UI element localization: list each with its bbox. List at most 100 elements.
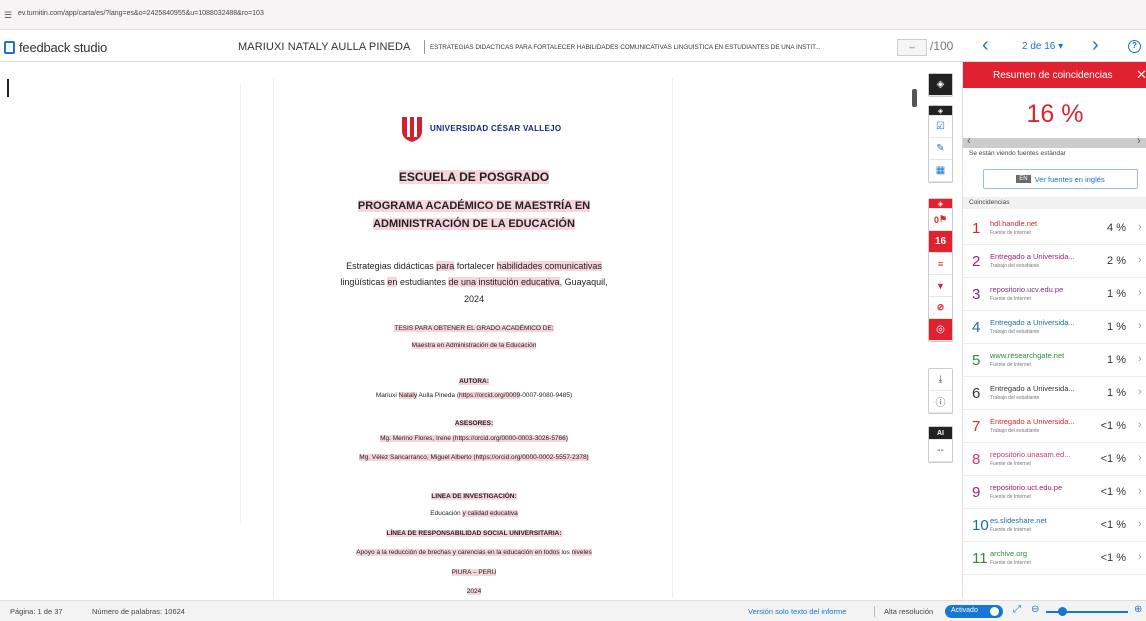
match-row[interactable]: 7 Entregado a Universida... Trabajo del es… xyxy=(963,410,1146,443)
match-source-type: Fuente de Internet xyxy=(990,560,1031,566)
tool-rail: ◈ ◈ ☑ ✎ ▦ ◈ 0 ⚑ 16 ≡ ▼ ⊘ ◎ ⤓ ⓘ AI -- xyxy=(928,73,955,601)
previous-submission-button[interactable]: ‹ xyxy=(982,34,989,57)
similarity-tools-group: ◈ 0 ⚑ 16 ≡ ▼ ⊘ ◎ xyxy=(928,198,953,342)
match-row[interactable]: 2 Entregado a Universida... Trabajo del es… xyxy=(963,245,1146,278)
chevron-right-icon[interactable]: › xyxy=(1138,551,1142,563)
help-icon[interactable]: ? xyxy=(1128,40,1141,53)
layers-icon[interactable]: ◈ xyxy=(929,74,952,96)
research-a: Educación xyxy=(430,510,463,517)
word-count: Número de palabras: 10624 xyxy=(92,607,185,616)
download-icon[interactable]: ⤓ xyxy=(929,369,952,391)
panel-horizontal-scrollbar[interactable]: ‹ › xyxy=(963,135,1146,148)
chevron-right-icon[interactable]: › xyxy=(1138,287,1142,299)
match-percentage: <1 % xyxy=(1100,453,1126,465)
thesis-title-line-2: lingüísticas en estudiantes de una insti… xyxy=(274,277,674,287)
fit-page-icon[interactable]: ⤢ xyxy=(1013,604,1021,615)
match-percentage: 1 % xyxy=(1107,288,1126,300)
thesis-purpose-text: TESIS PARA OBTENER EL GRADO ACADÉMICO DE… xyxy=(394,325,554,332)
browser-menu-icon[interactable]: ☰ xyxy=(4,10,12,21)
year: 2024 xyxy=(274,588,674,595)
title-l2-a: lingüísticas xyxy=(340,277,388,287)
grading-layer-icon[interactable]: ◈ xyxy=(929,106,952,116)
text-only-link[interactable]: Versión solo texto del informe xyxy=(748,607,846,616)
chevron-right-icon[interactable]: › xyxy=(1138,320,1142,332)
rubric-icon[interactable]: ▦ xyxy=(929,160,952,182)
toggle-state: Activado xyxy=(951,607,978,614)
chevron-right-icon[interactable]: › xyxy=(1138,485,1142,497)
panel-title: Resumen de coincidencias xyxy=(993,70,1113,81)
year-text: 2024 xyxy=(466,588,482,595)
document-page: UNIVERSIDAD CÉSAR VALLEJO ESCUELA DE POS… xyxy=(273,78,673,598)
flags-button[interactable]: 0 ⚑ xyxy=(929,209,952,231)
match-source: repositorio.unasam.ed... xyxy=(990,450,1071,459)
chevron-right-icon[interactable]: › xyxy=(1138,419,1142,431)
author-b: Nataly xyxy=(398,392,418,399)
chevron-right-icon[interactable]: › xyxy=(1138,221,1142,233)
match-count: 16 xyxy=(934,236,947,247)
chevron-right-icon[interactable]: › xyxy=(1138,353,1142,365)
advisor-2: Mg. Vélez Sancarranco, Miguel Alberto (h… xyxy=(274,454,674,461)
filter-icon[interactable]: ▼ xyxy=(929,275,952,297)
match-number: 1 xyxy=(972,220,981,237)
match-percentage: 2 % xyxy=(1107,255,1126,267)
chevron-right-icon[interactable]: › xyxy=(1137,135,1141,147)
thesis-title-line-1: Estrategias didácticas para fortalecer h… xyxy=(274,261,674,271)
match-number: 6 xyxy=(972,385,981,402)
chevron-right-icon[interactable]: › xyxy=(1138,254,1142,266)
ai-score-button[interactable]: -- xyxy=(929,440,952,462)
chevron-right-icon[interactable]: › xyxy=(1138,452,1142,464)
match-row[interactable]: 5 www.researchgate.net Fuente de Internet 1… xyxy=(963,344,1146,377)
feedback-summary-icon[interactable]: ✎ xyxy=(929,138,952,160)
school-heading-text: ESCUELA DE POSGRADO xyxy=(398,170,550,184)
zoom-slider-handle[interactable] xyxy=(1058,607,1067,616)
match-row[interactable]: 8 repositorio.unasam.ed... Fuente de Inter… xyxy=(963,443,1146,476)
quickmark-icon[interactable]: ☑ xyxy=(929,116,952,138)
viewer-scrollbar[interactable] xyxy=(912,89,917,107)
grade-input[interactable]: -- xyxy=(897,39,927,56)
chevron-right-icon[interactable]: › xyxy=(1138,518,1142,530)
match-percentage: 4 % xyxy=(1107,222,1126,234)
match-overview-button[interactable]: 16 xyxy=(929,231,952,253)
title-l1-a: Estrategias didácticas xyxy=(346,261,437,271)
chevron-left-icon[interactable]: ‹ xyxy=(967,135,971,147)
rsu-c: niveles xyxy=(571,549,592,556)
zoom-out-icon[interactable]: ⊖ xyxy=(1031,604,1039,615)
feedback-studio-logo-icon xyxy=(4,40,15,54)
advisor-1-text: Mg. Merino Flores, Irene (https://orcid.… xyxy=(380,435,568,442)
browser-url[interactable]: ev.turnitin.com/app/carta/es/?lang=es&o=… xyxy=(18,10,264,17)
similarity-search-icon[interactable]: ◎ xyxy=(929,319,952,341)
author-c: Aulla Pineda ( xyxy=(417,392,459,399)
english-sources-button[interactable]: EN Ver fuentes en inglés xyxy=(983,169,1138,189)
author-d: https://orcid.org/0009 xyxy=(459,392,521,399)
document-viewer[interactable]: UNIVERSIDAD CÉSAR VALLEJO ESCUELA DE POS… xyxy=(0,63,922,598)
file-tools-group: ⤓ ⓘ xyxy=(928,368,953,414)
match-row[interactable]: 6 Entregado a Universida... Trabajo del es… xyxy=(963,377,1146,410)
exclude-icon[interactable]: ⊘ xyxy=(929,297,952,319)
submission-page-dropdown[interactable]: 2 de 16 ▾ xyxy=(1022,41,1063,52)
match-number: 11 xyxy=(972,550,988,567)
flag-icon: ⚑ xyxy=(938,214,948,224)
match-row[interactable]: 11 archive.org Fuente de Internet <1 % › xyxy=(963,542,1146,575)
high-resolution-toggle[interactable]: Activado xyxy=(945,605,1003,618)
match-percentage: 1 % xyxy=(1107,321,1126,333)
match-row[interactable]: 1 hdl.handle.net Fuente de Internet 4 % › xyxy=(963,212,1146,245)
ai-label: AI xyxy=(929,427,952,440)
close-icon[interactable]: ✕ xyxy=(1136,67,1146,83)
info-icon[interactable]: ⓘ xyxy=(929,391,952,413)
chevron-right-icon[interactable]: › xyxy=(1138,386,1142,398)
zoom-in-icon[interactable]: ⊕ xyxy=(1134,604,1142,615)
match-row[interactable]: 9 repositorio.uct.edu.pe Fuente de Interne… xyxy=(963,476,1146,509)
match-row[interactable]: 10 es.slideshare.net Fuente de Internet <1 … xyxy=(963,509,1146,542)
advisors-label: ASESORES: xyxy=(274,420,674,427)
next-submission-button[interactable]: › xyxy=(1092,34,1099,57)
research-line-label-text: LINEA DE INVESTIGACIÓN: xyxy=(431,493,517,500)
all-sources-icon[interactable]: ≡ xyxy=(929,253,952,275)
similarity-layer-icon[interactable]: ◈ xyxy=(929,199,952,209)
match-percentage: <1 % xyxy=(1100,420,1126,432)
english-sources-label: Ver fuentes en inglés xyxy=(1034,174,1105,184)
match-row[interactable]: 4 Entregado a Universida... Trabajo del es… xyxy=(963,311,1146,344)
match-row[interactable]: 3 repositorio.ucv.edu.pe Fuente de Interne… xyxy=(963,278,1146,311)
high-resolution-label: Alta resolución xyxy=(884,607,934,616)
match-source-type: Fuente de Internet xyxy=(990,230,1031,236)
research-line: Educación y calidad educativa xyxy=(274,510,674,517)
